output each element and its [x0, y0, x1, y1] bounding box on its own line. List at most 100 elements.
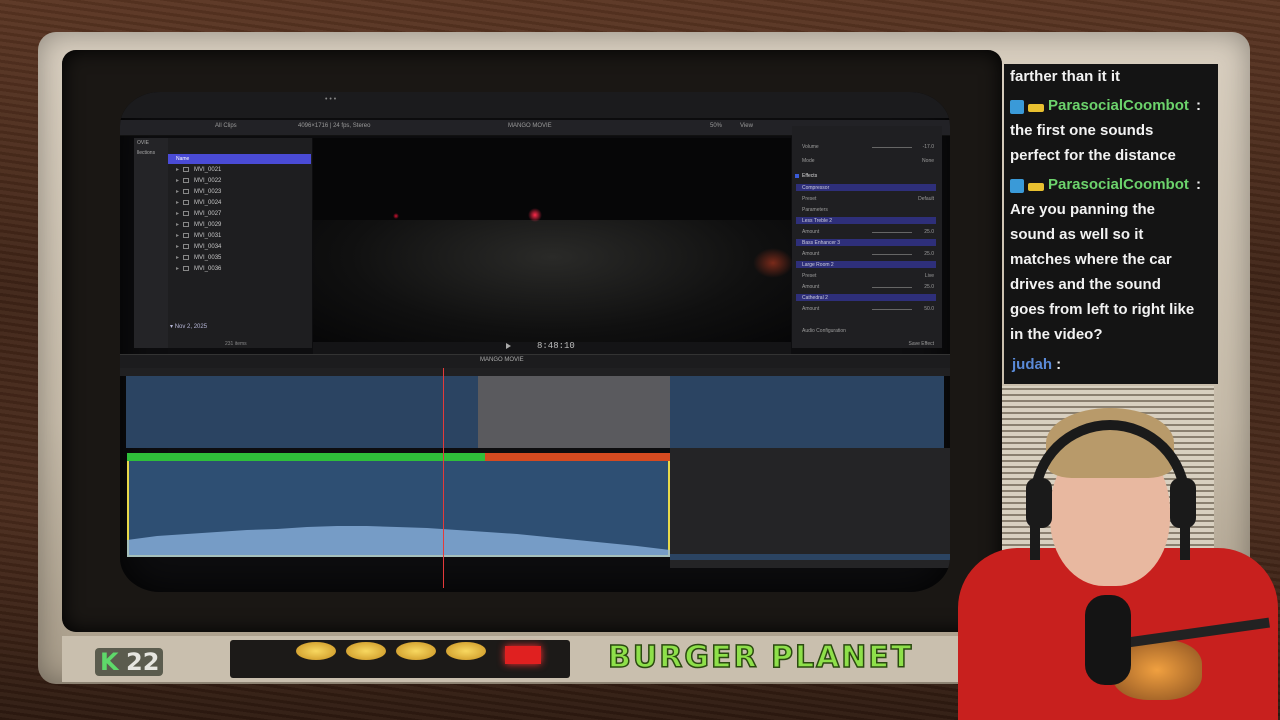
timeline-ruler[interactable]: [120, 368, 950, 376]
mode-label: Mode: [802, 158, 815, 164]
timeline-title[interactable]: MANGO MOVIE: [480, 357, 524, 363]
playhead[interactable]: [443, 368, 444, 588]
disclosure-icon[interactable]: ▸: [176, 178, 179, 184]
menu-icons: • • •: [325, 96, 337, 103]
clip-row[interactable]: ▸ MVI_0022: [176, 177, 306, 187]
disclosure-icon[interactable]: ▸: [176, 244, 179, 250]
effects-heading: Effects: [802, 173, 818, 179]
chat-colon: :: [1196, 176, 1201, 193]
timeline-toolbar: [120, 354, 950, 368]
effects-checkbox[interactable]: [795, 174, 799, 178]
disclosure-icon[interactable]: ▸: [176, 211, 179, 217]
film-icon: [183, 254, 190, 260]
amount-value[interactable]: 50.0: [924, 306, 934, 312]
amount-slider[interactable]: [872, 287, 912, 288]
knob-icon: [296, 642, 336, 660]
chat-message-text: matches where the car: [1010, 251, 1172, 268]
date-group[interactable]: ▾ Nov 2, 2025: [170, 323, 207, 330]
volume-value[interactable]: -17.0: [923, 144, 934, 150]
save-effects-button[interactable]: Save Effect: [909, 341, 934, 347]
amount-value[interactable]: 25.0: [924, 251, 934, 257]
clip-row[interactable]: ▸ MVI_0036: [176, 265, 306, 275]
amount-label: Amount: [802, 306, 820, 312]
amount-slider[interactable]: [872, 309, 912, 310]
chat-username[interactable]: judah :: [1012, 356, 1061, 373]
zoom-level[interactable]: 50%: [710, 123, 722, 129]
film-icon: [183, 210, 190, 216]
column-header-name[interactable]: Name: [168, 154, 311, 164]
clip-row[interactable]: ▸ MVI_0024: [176, 199, 306, 209]
disclosure-icon[interactable]: ▸: [176, 200, 179, 206]
film-icon: [183, 188, 190, 194]
empty-lane: [670, 448, 950, 568]
knob-icon: [446, 642, 486, 660]
preset-value[interactable]: Live: [925, 273, 934, 279]
microphone-icon: [1085, 595, 1131, 685]
k-count: 22: [126, 648, 160, 676]
mode-value[interactable]: None: [922, 158, 934, 164]
audio-clip-header-green[interactable]: [127, 453, 485, 461]
items-count: 231 items: [225, 341, 247, 347]
secondary-clip[interactable]: [670, 554, 950, 560]
clip-row[interactable]: ▸ MVI_0035: [176, 254, 306, 264]
clip-row[interactable]: ▸ MVI_0031: [176, 232, 306, 242]
film-icon: [183, 221, 190, 227]
film-icon: [183, 265, 190, 271]
knob-icon: [346, 642, 386, 660]
badge-icon: [1028, 104, 1044, 112]
disclosure-icon[interactable]: ▸: [176, 222, 179, 228]
clip-row[interactable]: ▸ MVI_0023: [176, 188, 306, 198]
library-item[interactable]: llections: [137, 150, 155, 156]
cathedral-label: Cathedral 2: [802, 295, 828, 301]
amount-label: Amount: [802, 251, 820, 257]
audio-configuration-label[interactable]: Audio Configuration: [802, 328, 846, 334]
preset-label: Preset: [802, 196, 817, 202]
video-viewer[interactable]: [313, 138, 793, 344]
amount-slider[interactable]: [872, 232, 912, 233]
menu-bar: • • •: [120, 92, 950, 118]
volume-slider[interactable]: [872, 147, 912, 148]
audio-clip-header-red[interactable]: [485, 453, 670, 461]
disclosure-icon[interactable]: ▸: [176, 233, 179, 239]
less-treble-label: Less Treble 2: [802, 218, 833, 224]
badge-icon: [1010, 179, 1024, 193]
distant-light: [393, 213, 399, 219]
gap-clip[interactable]: [478, 376, 670, 448]
audio-waveform: [127, 526, 670, 557]
play-icon[interactable]: [506, 343, 511, 349]
film-icon: [183, 232, 190, 238]
clip-row[interactable]: ▸ MVI_0027: [176, 210, 306, 220]
disclosure-icon[interactable]: ▸: [176, 189, 179, 195]
preset-label: Preset: [802, 273, 817, 279]
chat-username[interactable]: ParasocialCoombot: [1048, 97, 1189, 114]
chat-message-text: the first one sounds: [1010, 122, 1154, 139]
preset-value[interactable]: Default: [918, 196, 934, 202]
clip-row[interactable]: ▸ MVI_0029: [176, 221, 306, 231]
disclosure-icon[interactable]: ▸: [176, 167, 179, 173]
tail-light: [528, 208, 542, 222]
timecode-display: 8:48:10: [537, 341, 575, 351]
amount-value[interactable]: 25.0: [924, 284, 934, 290]
street-glow: [753, 248, 793, 278]
film-icon: [183, 243, 190, 249]
chat-message-text: drives and the sound: [1010, 276, 1161, 293]
headphone-cup: [1170, 478, 1196, 528]
amount-label: Amount: [802, 229, 820, 235]
view-menu[interactable]: View: [740, 123, 753, 129]
chat-username[interactable]: ParasocialCoombot: [1048, 176, 1189, 193]
library-item[interactable]: OVIE: [137, 140, 149, 146]
all-clips-filter[interactable]: All Clips: [215, 123, 237, 129]
libraries-sidebar: OVIE llections: [134, 138, 168, 348]
chat-message-text: perfect for the distance: [1010, 147, 1176, 164]
amount-slider[interactable]: [872, 254, 912, 255]
parameters-label[interactable]: Parameters: [802, 207, 828, 213]
disclosure-icon[interactable]: ▸: [176, 266, 179, 272]
clip-row[interactable]: ▸ MVI_0034: [176, 243, 306, 253]
chat-message-text: sound as well so it: [1010, 226, 1144, 243]
chat-message-text: Are you panning the: [1010, 201, 1156, 218]
amount-label: Amount: [802, 284, 820, 290]
clip-row[interactable]: ▸ MVI_0021: [176, 166, 306, 176]
chat-message-text: goes from left to right like: [1010, 301, 1195, 318]
disclosure-icon[interactable]: ▸: [176, 255, 179, 261]
amount-value[interactable]: 25.0: [924, 229, 934, 235]
